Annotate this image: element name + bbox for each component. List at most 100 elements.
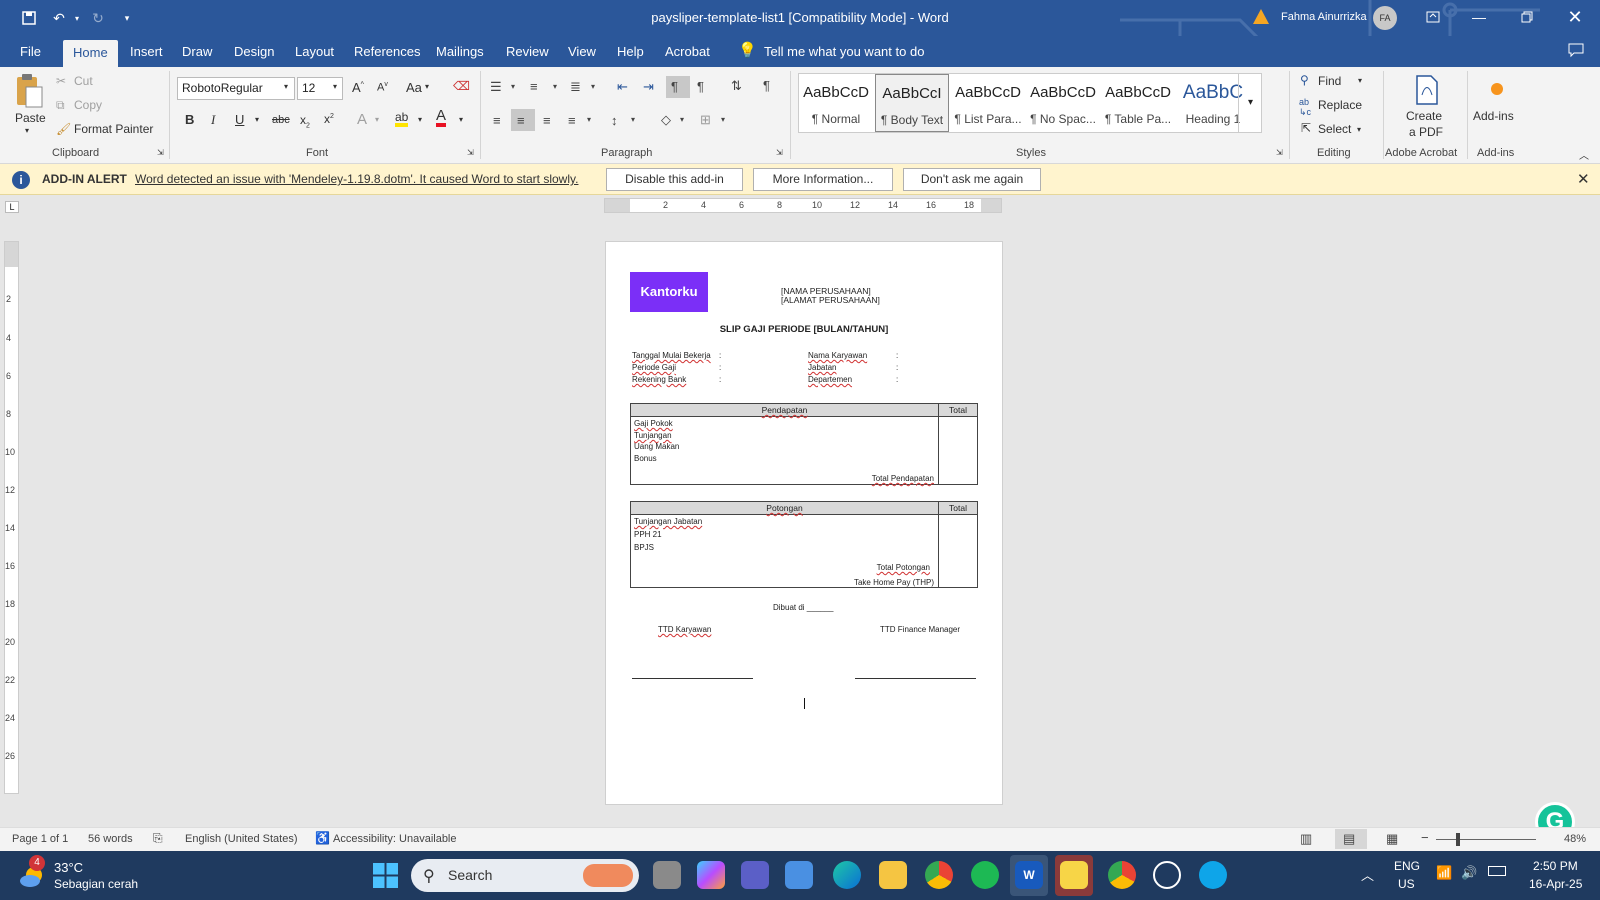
chevron-down-icon[interactable]: ▾ [255, 115, 259, 124]
chevron-down-icon[interactable]: ▾ [333, 82, 337, 91]
style-no-spacing[interactable]: AaBbCcD ¶ No Spac... [1026, 74, 1100, 132]
create-pdf-icon[interactable] [1413, 75, 1441, 105]
dont-ask-again-button[interactable]: Don't ask me again [903, 168, 1041, 191]
read-mode-icon[interactable]: ▥ [1300, 831, 1312, 847]
file-explorer-icon[interactable] [879, 861, 907, 889]
paste-dropdown-icon[interactable]: ▾ [25, 126, 29, 135]
zoom-level[interactable]: 48% [1564, 833, 1586, 845]
find-button[interactable]: Find [1318, 74, 1341, 88]
volume-icon[interactable]: 🔊 [1461, 865, 1477, 881]
collapse-ribbon-icon[interactable]: ︿ [1579, 147, 1589, 162]
style-body-text[interactable]: AaBbCcI ¶ Body Text [875, 74, 949, 132]
underline-icon[interactable]: U [235, 112, 244, 127]
tab-selector[interactable]: L [5, 201, 19, 213]
spotify-icon[interactable] [971, 861, 999, 889]
weather-temp[interactable]: 33°C [54, 860, 83, 875]
paste-button[interactable]: Paste [15, 111, 46, 125]
style-table-paragraph[interactable]: AaBbCcD ¶ Table Pa... [1101, 74, 1175, 132]
styles-launcher-icon[interactable]: ⇲ [1276, 148, 1283, 157]
subscript-icon[interactable]: x2 [300, 113, 310, 129]
sort-icon[interactable]: ⇅ [731, 78, 742, 94]
line-spacing-icon[interactable]: ↕ [611, 113, 618, 128]
avatar[interactable]: FA [1373, 6, 1397, 30]
strikethrough-icon[interactable]: abc [272, 114, 290, 126]
chevron-down-icon[interactable]: ▾ [425, 82, 429, 91]
multilevel-list-icon[interactable]: ≣ [570, 79, 581, 95]
tab-view[interactable]: View [568, 44, 596, 59]
word-count[interactable]: 56 words [88, 833, 133, 845]
create-pdf-button[interactable]: Create [1406, 109, 1442, 123]
zoom-out-icon[interactable]: − [1421, 830, 1429, 845]
right-to-left-icon[interactable]: ¶ [697, 79, 704, 94]
horizontal-ruler[interactable]: 2 4 6 8 10 12 14 16 18 [604, 198, 1002, 213]
shrink-font-icon[interactable]: Av [377, 81, 388, 94]
app-icon[interactable] [1199, 861, 1227, 889]
print-layout-icon[interactable]: ▤ [1343, 831, 1355, 847]
accessibility-icon[interactable]: ♿ [315, 831, 330, 845]
taskbar-search[interactable]: ⚲ Search [411, 859, 639, 892]
chevron-down-icon[interactable]: ▾ [418, 115, 422, 124]
align-left-icon[interactable]: ≡ [493, 113, 501, 128]
tab-references[interactable]: References [354, 44, 420, 59]
minimize-button[interactable]: — [1456, 0, 1502, 34]
chevron-down-icon[interactable]: ▾ [721, 115, 725, 124]
paste-icon[interactable] [14, 73, 44, 109]
tell-me-search[interactable]: Tell me what you want to do [764, 44, 924, 59]
copy-icon[interactable]: ⧉ [56, 98, 65, 113]
chrome-icon[interactable] [925, 861, 953, 889]
tab-mailings[interactable]: Mailings [436, 44, 484, 59]
alert-message[interactable]: Word detected an issue with 'Mendeley-1.… [135, 172, 578, 186]
style-normal[interactable]: AaBbCcD ¶ Normal [799, 74, 873, 132]
comments-icon[interactable] [1568, 43, 1584, 61]
italic-icon[interactable]: I [211, 112, 215, 128]
clipboard-launcher-icon[interactable]: ⇲ [157, 148, 164, 157]
lightbulb-icon[interactable]: 💡 [738, 41, 757, 59]
font-color-icon[interactable]: A [436, 108, 447, 127]
weather-desc[interactable]: Sebagian cerah [54, 877, 138, 891]
bullets-icon[interactable]: ☰ [490, 79, 502, 95]
select-icon[interactable]: ⇱ [1301, 121, 1311, 135]
text-effects-icon[interactable]: A [357, 111, 367, 128]
show-hidden-icons[interactable]: ︿ [1361, 865, 1374, 884]
chevron-down-icon[interactable]: ▾ [1357, 125, 1361, 134]
chevron-down-icon[interactable]: ▾ [284, 82, 288, 91]
chrome-profile-icon[interactable] [1108, 861, 1136, 889]
restore-button[interactable] [1504, 0, 1550, 34]
sticky-notes-icon[interactable] [1060, 861, 1088, 889]
disable-add-in-button[interactable]: Disable this add-in [606, 168, 743, 191]
create-pdf-button-line2[interactable]: a PDF [1409, 125, 1443, 139]
add-ins-icon[interactable] [1491, 83, 1503, 95]
styles-more-icon[interactable]: ▾ [1238, 74, 1262, 132]
format-painter-icon[interactable]: 🖌 [56, 122, 71, 136]
tab-review[interactable]: Review [506, 44, 549, 59]
clock-time[interactable]: 2:50 PM [1533, 859, 1578, 873]
store-icon[interactable] [785, 861, 813, 889]
increase-indent-icon[interactable]: ⇥ [643, 79, 654, 95]
chevron-down-icon[interactable]: ▾ [680, 115, 684, 124]
add-ins-button[interactable]: Add-ins [1473, 109, 1514, 123]
zoom-slider-thumb[interactable] [1456, 833, 1460, 846]
chevron-down-icon[interactable]: ▾ [1358, 76, 1362, 85]
document-page[interactable]: Kantorku [NAMA PERUSAHAAN] [ALAMAT PERUS… [605, 241, 1003, 805]
tab-file[interactable]: File [20, 44, 41, 59]
start-icon[interactable] [373, 863, 398, 888]
clock-date[interactable]: 16-Apr-25 [1529, 877, 1582, 891]
left-to-right-icon[interactable]: ¶ [671, 79, 678, 94]
more-information-button[interactable]: More Information... [753, 168, 893, 191]
replace-icon[interactable]: ab ↳c [1299, 97, 1311, 118]
chevron-down-icon[interactable]: ▾ [459, 115, 463, 124]
vertical-ruler[interactable]: 2 4 6 8 10 12 14 16 18 20 22 24 26 [4, 241, 19, 794]
warning-icon[interactable] [1253, 9, 1269, 24]
justify-icon[interactable]: ≡ [568, 113, 576, 128]
tab-draw[interactable]: Draw [182, 44, 212, 59]
align-right-icon[interactable]: ≡ [543, 113, 551, 128]
close-icon[interactable]: ✕ [1577, 170, 1590, 188]
zoom-slider[interactable] [1436, 839, 1536, 840]
style-list-paragraph[interactable]: AaBbCcD ¶ List Para... [951, 74, 1025, 132]
cut-button[interactable]: Cut [74, 74, 93, 88]
language-status[interactable]: English (United States) [185, 833, 298, 845]
input-language[interactable]: ENG [1394, 859, 1420, 873]
tab-home[interactable]: Home [63, 40, 118, 67]
paragraph-launcher-icon[interactable]: ⇲ [776, 148, 783, 157]
format-painter-button[interactable]: Format Painter [74, 122, 153, 136]
